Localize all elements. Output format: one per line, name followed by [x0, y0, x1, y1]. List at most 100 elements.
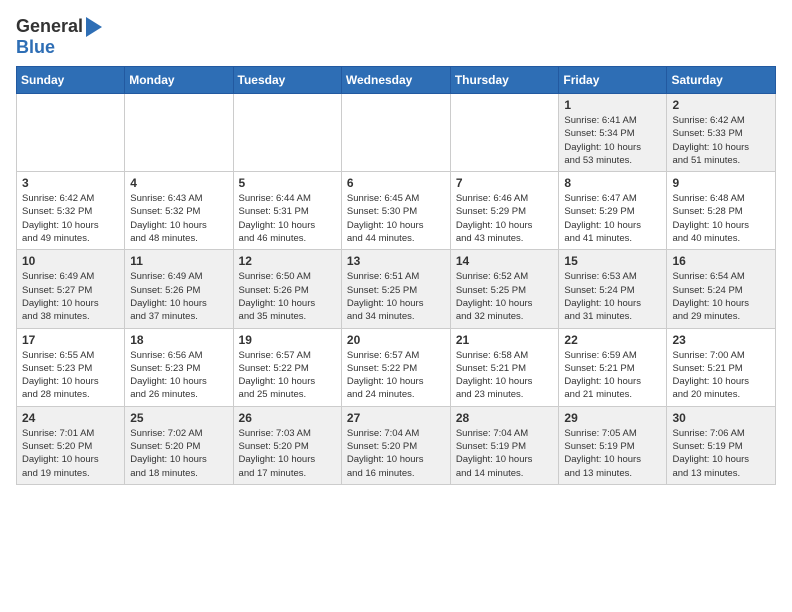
calendar-cell: 12 Sunrise: 6:50 AM Sunset: 5:26 PM Dayli… [233, 250, 341, 328]
day-info: Sunrise: 7:04 AM Sunset: 5:19 PM Dayligh… [456, 427, 554, 480]
calendar-cell: 20 Sunrise: 6:57 AM Sunset: 5:22 PM Dayli… [341, 328, 450, 406]
calendar-cell: 24 Sunrise: 7:01 AM Sunset: 5:20 PM Dayli… [17, 406, 125, 484]
day-number: 6 [347, 176, 445, 190]
day-info: Sunrise: 6:52 AM Sunset: 5:25 PM Dayligh… [456, 270, 554, 323]
day-number: 29 [564, 411, 661, 425]
day-of-week-header: Monday [125, 67, 233, 94]
calendar-cell: 17 Sunrise: 6:55 AM Sunset: 5:23 PM Dayli… [17, 328, 125, 406]
calendar-cell: 9 Sunrise: 6:48 AM Sunset: 5:28 PM Daylig… [667, 172, 776, 250]
calendar-cell: 7 Sunrise: 6:46 AM Sunset: 5:29 PM Daylig… [450, 172, 559, 250]
day-info: Sunrise: 6:46 AM Sunset: 5:29 PM Dayligh… [456, 192, 554, 245]
day-number: 14 [456, 254, 554, 268]
days-of-week-row: SundayMondayTuesdayWednesdayThursdayFrid… [17, 67, 776, 94]
day-number: 22 [564, 333, 661, 347]
calendar-cell: 21Sunrise: 6:58 AM Sunset: 5:21 PM Dayli… [450, 328, 559, 406]
day-info: Sunrise: 6:55 AM Sunset: 5:23 PM Dayligh… [22, 349, 119, 402]
day-info: Sunrise: 6:41 AM Sunset: 5:34 PM Dayligh… [564, 114, 661, 167]
day-number: 12 [239, 254, 336, 268]
calendar-cell: 2 Sunrise: 6:42 AM Sunset: 5:33 PM Daylig… [667, 94, 776, 172]
day-number: 2 [672, 98, 770, 112]
calendar-cell: 15 Sunrise: 6:53 AM Sunset: 5:24 PM Dayli… [559, 250, 667, 328]
calendar-cell [341, 94, 450, 172]
day-info: Sunrise: 6:50 AM Sunset: 5:26 PM Dayligh… [239, 270, 336, 323]
day-number: 18 [130, 333, 227, 347]
day-info: Sunrise: 6:42 AM Sunset: 5:33 PM Dayligh… [672, 114, 770, 167]
day-info: Sunrise: 6:47 AM Sunset: 5:29 PM Dayligh… [564, 192, 661, 245]
calendar-cell: 29Sunrise: 7:05 AM Sunset: 5:19 PM Dayli… [559, 406, 667, 484]
day-info: Sunrise: 6:48 AM Sunset: 5:28 PM Dayligh… [672, 192, 770, 245]
day-info: Sunrise: 6:57 AM Sunset: 5:22 PM Dayligh… [347, 349, 445, 402]
day-number: 1 [564, 98, 661, 112]
day-info: Sunrise: 6:51 AM Sunset: 5:25 PM Dayligh… [347, 270, 445, 323]
day-number: 11 [130, 254, 227, 268]
day-info: Sunrise: 7:02 AM Sunset: 5:20 PM Dayligh… [130, 427, 227, 480]
day-number: 16 [672, 254, 770, 268]
calendar-cell: 27Sunrise: 7:04 AM Sunset: 5:20 PM Dayli… [341, 406, 450, 484]
calendar-cell: 1 Sunrise: 6:41 AM Sunset: 5:34 PM Daylig… [559, 94, 667, 172]
calendar-body: 1 Sunrise: 6:41 AM Sunset: 5:34 PM Daylig… [17, 94, 776, 485]
day-number: 8 [564, 176, 661, 190]
calendar-week-row: 3 Sunrise: 6:42 AM Sunset: 5:32 PM Daylig… [17, 172, 776, 250]
day-of-week-header: Saturday [667, 67, 776, 94]
day-info: Sunrise: 6:42 AM Sunset: 5:32 PM Dayligh… [22, 192, 119, 245]
day-info: Sunrise: 6:54 AM Sunset: 5:24 PM Dayligh… [672, 270, 770, 323]
day-number: 7 [456, 176, 554, 190]
day-number: 13 [347, 254, 445, 268]
day-info: Sunrise: 6:56 AM Sunset: 5:23 PM Dayligh… [130, 349, 227, 402]
calendar-cell: 19Sunrise: 6:57 AM Sunset: 5:22 PM Dayli… [233, 328, 341, 406]
logo-blue-text: Blue [16, 37, 55, 57]
calendar-cell: 3 Sunrise: 6:42 AM Sunset: 5:32 PM Daylig… [17, 172, 125, 250]
calendar-cell: 5 Sunrise: 6:44 AM Sunset: 5:31 PM Daylig… [233, 172, 341, 250]
day-info: Sunrise: 7:03 AM Sunset: 5:20 PM Dayligh… [239, 427, 336, 480]
calendar-header: SundayMondayTuesdayWednesdayThursdayFrid… [17, 67, 776, 94]
day-info: Sunrise: 6:59 AM Sunset: 5:21 PM Dayligh… [564, 349, 661, 402]
day-number: 23 [672, 333, 770, 347]
calendar-cell [450, 94, 559, 172]
day-of-week-header: Tuesday [233, 67, 341, 94]
calendar-cell: 4Sunrise: 6:43 AM Sunset: 5:32 PM Daylig… [125, 172, 233, 250]
calendar-cell [125, 94, 233, 172]
calendar-cell: 25 Sunrise: 7:02 AM Sunset: 5:20 PM Dayli… [125, 406, 233, 484]
day-number: 30 [672, 411, 770, 425]
logo-triangle-icon [86, 17, 102, 37]
calendar-cell: 10 Sunrise: 6:49 AM Sunset: 5:27 PM Dayli… [17, 250, 125, 328]
calendar-cell: 18 Sunrise: 6:56 AM Sunset: 5:23 PM Dayli… [125, 328, 233, 406]
day-number: 27 [347, 411, 445, 425]
calendar-cell: 26Sunrise: 7:03 AM Sunset: 5:20 PM Dayli… [233, 406, 341, 484]
day-number: 5 [239, 176, 336, 190]
day-number: 3 [22, 176, 119, 190]
calendar-table: SundayMondayTuesdayWednesdayThursdayFrid… [16, 66, 776, 485]
day-info: Sunrise: 6:49 AM Sunset: 5:27 PM Dayligh… [22, 270, 119, 323]
day-of-week-header: Wednesday [341, 67, 450, 94]
day-info: Sunrise: 6:53 AM Sunset: 5:24 PM Dayligh… [564, 270, 661, 323]
calendar-week-row: 17 Sunrise: 6:55 AM Sunset: 5:23 PM Dayli… [17, 328, 776, 406]
calendar-week-row: 1 Sunrise: 6:41 AM Sunset: 5:34 PM Daylig… [17, 94, 776, 172]
calendar-cell: 22 Sunrise: 6:59 AM Sunset: 5:21 PM Dayli… [559, 328, 667, 406]
calendar-cell [233, 94, 341, 172]
logo: General Blue [16, 16, 102, 58]
day-number: 28 [456, 411, 554, 425]
day-number: 10 [22, 254, 119, 268]
day-number: 4 [130, 176, 227, 190]
day-info: Sunrise: 7:01 AM Sunset: 5:20 PM Dayligh… [22, 427, 119, 480]
calendar-cell: 13 Sunrise: 6:51 AM Sunset: 5:25 PM Dayli… [341, 250, 450, 328]
day-number: 25 [130, 411, 227, 425]
calendar-cell [17, 94, 125, 172]
day-number: 24 [22, 411, 119, 425]
day-of-week-header: Sunday [17, 67, 125, 94]
page-header: General Blue [16, 16, 776, 58]
day-number: 20 [347, 333, 445, 347]
day-info: Sunrise: 6:44 AM Sunset: 5:31 PM Dayligh… [239, 192, 336, 245]
calendar-cell: 30Sunrise: 7:06 AM Sunset: 5:19 PM Dayli… [667, 406, 776, 484]
day-number: 17 [22, 333, 119, 347]
day-info: Sunrise: 6:58 AM Sunset: 5:21 PM Dayligh… [456, 349, 554, 402]
calendar-cell: 28 Sunrise: 7:04 AM Sunset: 5:19 PM Dayli… [450, 406, 559, 484]
calendar-cell: 11 Sunrise: 6:49 AM Sunset: 5:26 PM Dayli… [125, 250, 233, 328]
day-info: Sunrise: 6:49 AM Sunset: 5:26 PM Dayligh… [130, 270, 227, 323]
calendar-week-row: 10 Sunrise: 6:49 AM Sunset: 5:27 PM Dayli… [17, 250, 776, 328]
day-number: 15 [564, 254, 661, 268]
calendar-cell: 6Sunrise: 6:45 AM Sunset: 5:30 PM Daylig… [341, 172, 450, 250]
day-number: 9 [672, 176, 770, 190]
day-of-week-header: Thursday [450, 67, 559, 94]
calendar-week-row: 24 Sunrise: 7:01 AM Sunset: 5:20 PM Dayli… [17, 406, 776, 484]
